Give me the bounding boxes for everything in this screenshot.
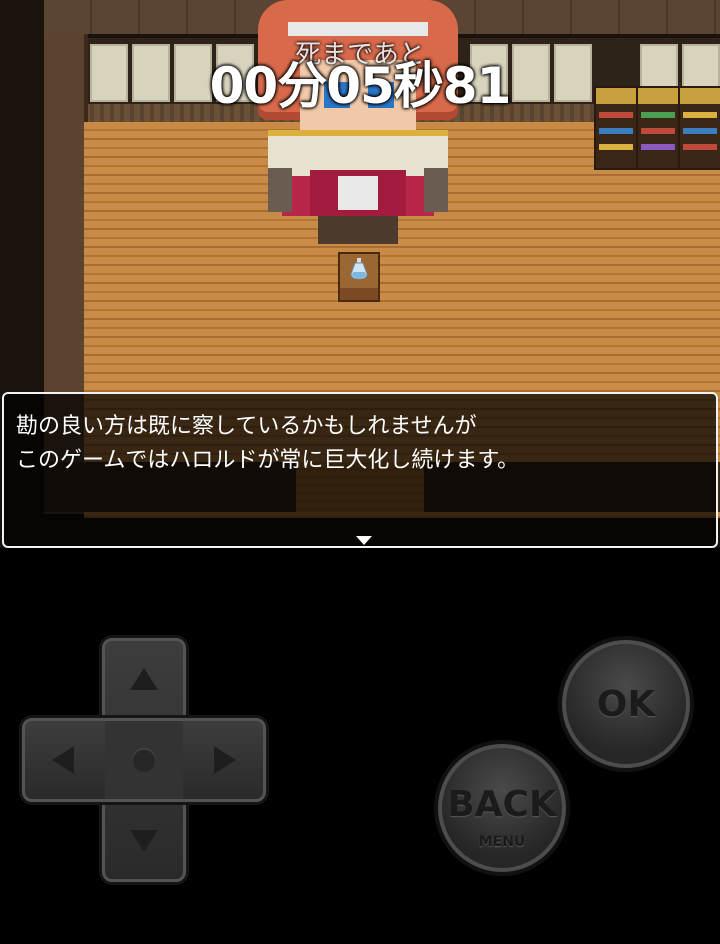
dpad-center bbox=[132, 748, 156, 772]
back-button-sublabel: MENU bbox=[478, 834, 526, 850]
ok-button-label: OK bbox=[596, 684, 656, 725]
countdown-timer: 00分05秒81 bbox=[209, 57, 512, 115]
small-table bbox=[338, 252, 380, 302]
dpad-down-icon[interactable] bbox=[130, 830, 158, 852]
dpad-up-icon[interactable] bbox=[130, 668, 158, 690]
ok-button[interactable]: OK bbox=[562, 640, 690, 768]
game-scene: 死まであと 00分05秒81 勘の良い方は既に察しているかもしれませんが このゲ… bbox=[0, 0, 720, 548]
back-button-label: BACK bbox=[447, 784, 557, 825]
dpad-right-icon[interactable] bbox=[214, 746, 236, 774]
back-button[interactable]: BACK MENU bbox=[438, 744, 566, 872]
message-line-2: このゲームではハロルドが常に巨大化し続けます。 bbox=[16, 448, 520, 473]
dpad-left-icon[interactable] bbox=[52, 746, 74, 774]
message-line-1: 勘の良い方は既に察しているかもしれませんが bbox=[16, 414, 477, 439]
message-window[interactable]: 勘の良い方は既に察しているかもしれませんが このゲームではハロルドが常に巨大化し… bbox=[2, 392, 718, 548]
potion-icon bbox=[350, 258, 368, 280]
next-arrow-icon bbox=[356, 536, 372, 545]
dpad[interactable] bbox=[22, 638, 266, 882]
